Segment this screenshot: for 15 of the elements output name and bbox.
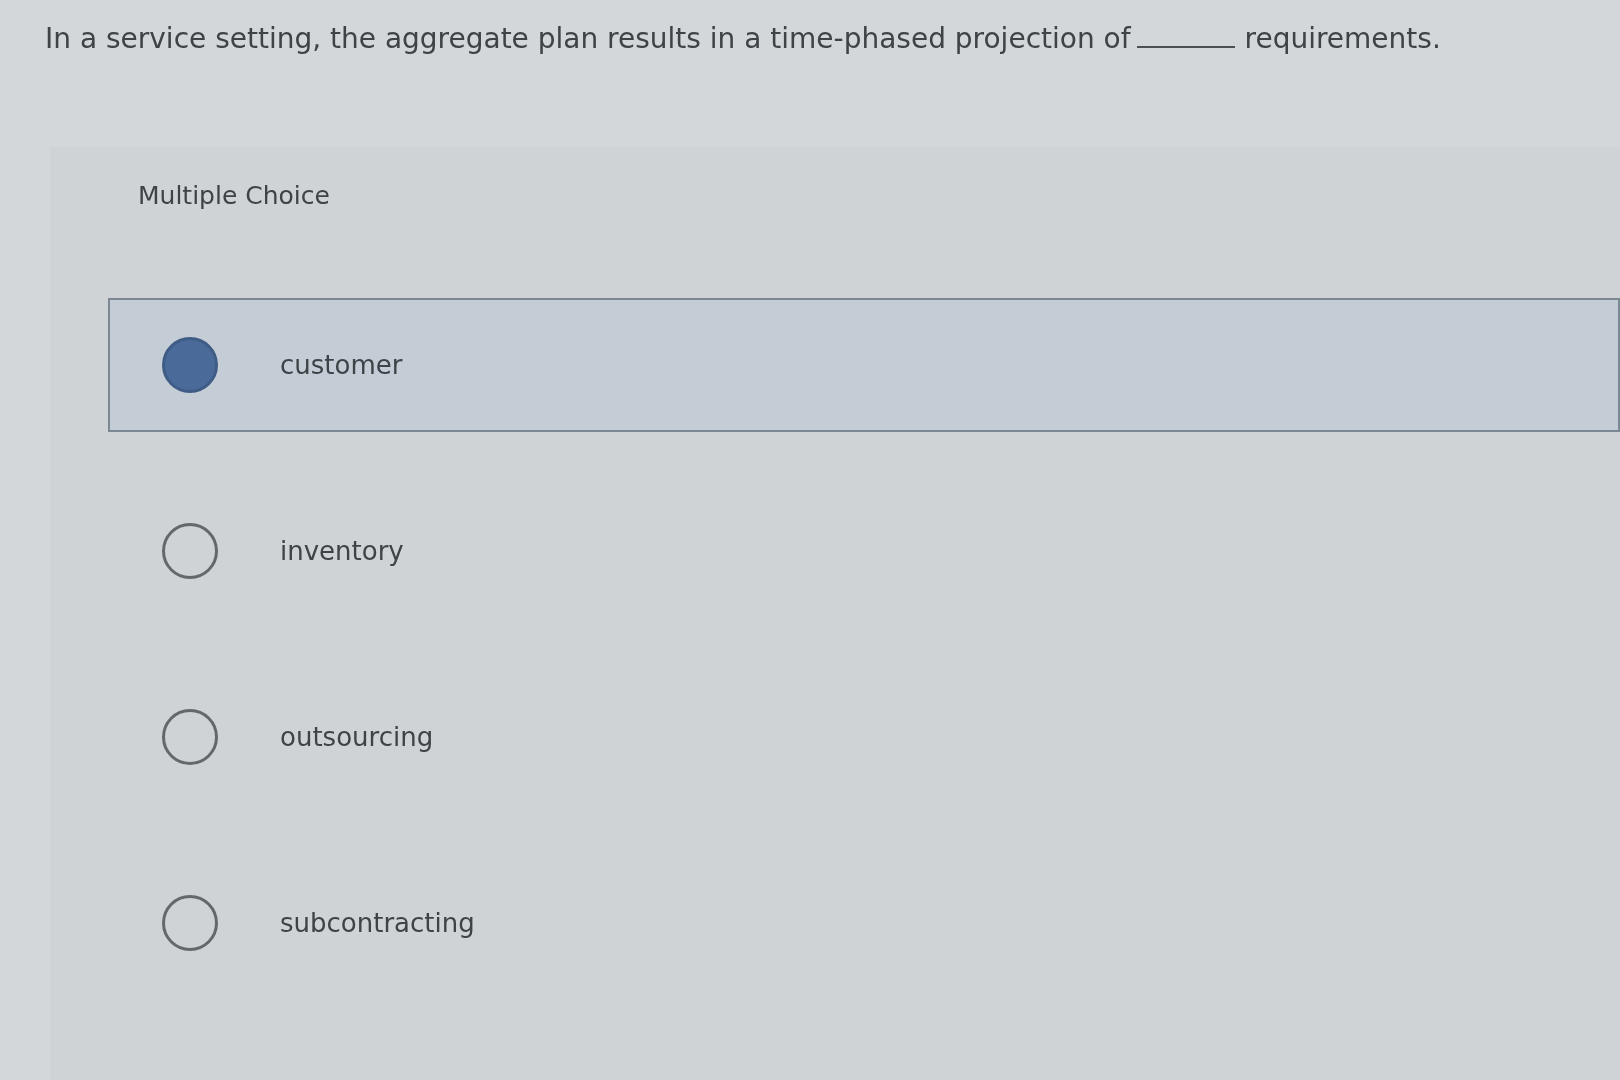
radio-button[interactable] bbox=[162, 895, 218, 951]
option-label: subcontracting bbox=[280, 908, 475, 938]
radio-button[interactable] bbox=[162, 337, 218, 393]
answer-option[interactable]: inventory bbox=[108, 484, 1620, 618]
radio-button[interactable] bbox=[162, 709, 218, 765]
question-text: In a service setting, the aggregate plan results in a time-phased projection of bbox=[45, 22, 1131, 55]
radio-button[interactable] bbox=[162, 523, 218, 579]
option-label: inventory bbox=[280, 536, 404, 566]
question-text: requirements. bbox=[1244, 22, 1441, 55]
question-type-label: Multiple Choice bbox=[138, 181, 330, 210]
answer-option[interactable]: outsourcing bbox=[108, 670, 1620, 804]
answer-option[interactable]: subcontracting bbox=[108, 856, 1620, 990]
option-label: customer bbox=[280, 350, 403, 380]
answer-option[interactable]: customer bbox=[108, 298, 1620, 432]
option-label: outsourcing bbox=[280, 722, 434, 752]
